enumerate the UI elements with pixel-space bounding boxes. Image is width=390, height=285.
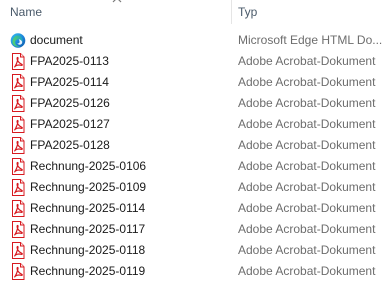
file-row[interactable]: FPA2025-0127 Adobe Acrobat-Dokument xyxy=(0,114,390,135)
file-type: Adobe Acrobat-Dokument xyxy=(238,138,376,152)
type-column-header[interactable]: Typ xyxy=(238,0,390,24)
file-row[interactable]: Rechnung-2025-0106 Adobe Acrobat-Dokumen… xyxy=(0,156,390,177)
pdf-icon xyxy=(12,263,25,280)
file-row[interactable]: document Microsoft Edge HTML Do... xyxy=(0,30,390,51)
file-type: Adobe Acrobat-Dokument xyxy=(238,75,376,89)
pdf-icon xyxy=(12,74,25,91)
file-type: Adobe Acrobat-Dokument xyxy=(238,159,376,173)
file-type: Adobe Acrobat-Dokument xyxy=(238,243,376,257)
file-row[interactable]: FPA2025-0126 Adobe Acrobat-Dokument xyxy=(0,93,390,114)
file-type: Adobe Acrobat-Dokument xyxy=(238,222,376,236)
file-row[interactable]: Rechnung-2025-0119 Adobe Acrobat-Dokumen… xyxy=(0,261,390,282)
column-divider[interactable] xyxy=(231,0,232,24)
file-type: Adobe Acrobat-Dokument xyxy=(238,201,376,215)
file-name: Rechnung-2025-0106 xyxy=(30,159,147,173)
pdf-icon xyxy=(12,158,25,175)
file-type: Adobe Acrobat-Dokument xyxy=(238,180,376,194)
pdf-icon xyxy=(12,53,25,70)
pdf-icon xyxy=(12,242,25,259)
file-row[interactable]: FPA2025-0114 Adobe Acrobat-Dokument xyxy=(0,72,390,93)
file-name: Rechnung-2025-0109 xyxy=(30,180,147,194)
sort-ascending-icon xyxy=(112,0,122,3)
pdf-icon xyxy=(12,200,25,217)
file-type: Microsoft Edge HTML Do... xyxy=(238,33,383,47)
file-name: Rechnung-2025-0118 xyxy=(30,243,146,257)
file-row[interactable]: FPA2025-0113 Adobe Acrobat-Dokument xyxy=(0,51,390,72)
pdf-icon xyxy=(12,116,25,133)
file-name: FPA2025-0127 xyxy=(30,117,110,131)
file-row[interactable]: FPA2025-0128 Adobe Acrobat-Dokument xyxy=(0,135,390,156)
file-type: Adobe Acrobat-Dokument xyxy=(238,54,376,68)
file-type: Adobe Acrobat-Dokument xyxy=(238,117,376,131)
file-name: FPA2025-0114 xyxy=(30,75,109,89)
file-name: Rechnung-2025-0119 xyxy=(30,264,146,278)
file-name: FPA2025-0126 xyxy=(30,96,110,110)
file-row[interactable]: Rechnung-2025-0118 Adobe Acrobat-Dokumen… xyxy=(0,240,390,261)
pdf-icon xyxy=(12,137,25,154)
file-list: document Microsoft Edge HTML Do... FPA20… xyxy=(0,30,390,282)
pdf-icon xyxy=(12,95,25,112)
edge-icon xyxy=(10,33,26,48)
file-row[interactable]: Rechnung-2025-0114 Adobe Acrobat-Dokumen… xyxy=(0,198,390,219)
file-type: Adobe Acrobat-Dokument xyxy=(238,264,376,278)
file-name: FPA2025-0113 xyxy=(30,54,109,68)
file-type: Adobe Acrobat-Dokument xyxy=(238,96,376,110)
file-row[interactable]: Rechnung-2025-0117 Adobe Acrobat-Dokumen… xyxy=(0,219,390,240)
file-name: Rechnung-2025-0117 xyxy=(30,222,146,236)
pdf-icon xyxy=(12,179,25,196)
column-header-bar: Name Typ xyxy=(0,0,390,24)
pdf-icon xyxy=(12,221,25,238)
file-name: Rechnung-2025-0114 xyxy=(30,201,146,215)
file-row[interactable]: Rechnung-2025-0109 Adobe Acrobat-Dokumen… xyxy=(0,177,390,198)
file-name: FPA2025-0128 xyxy=(30,138,110,152)
file-name: document xyxy=(30,33,83,47)
